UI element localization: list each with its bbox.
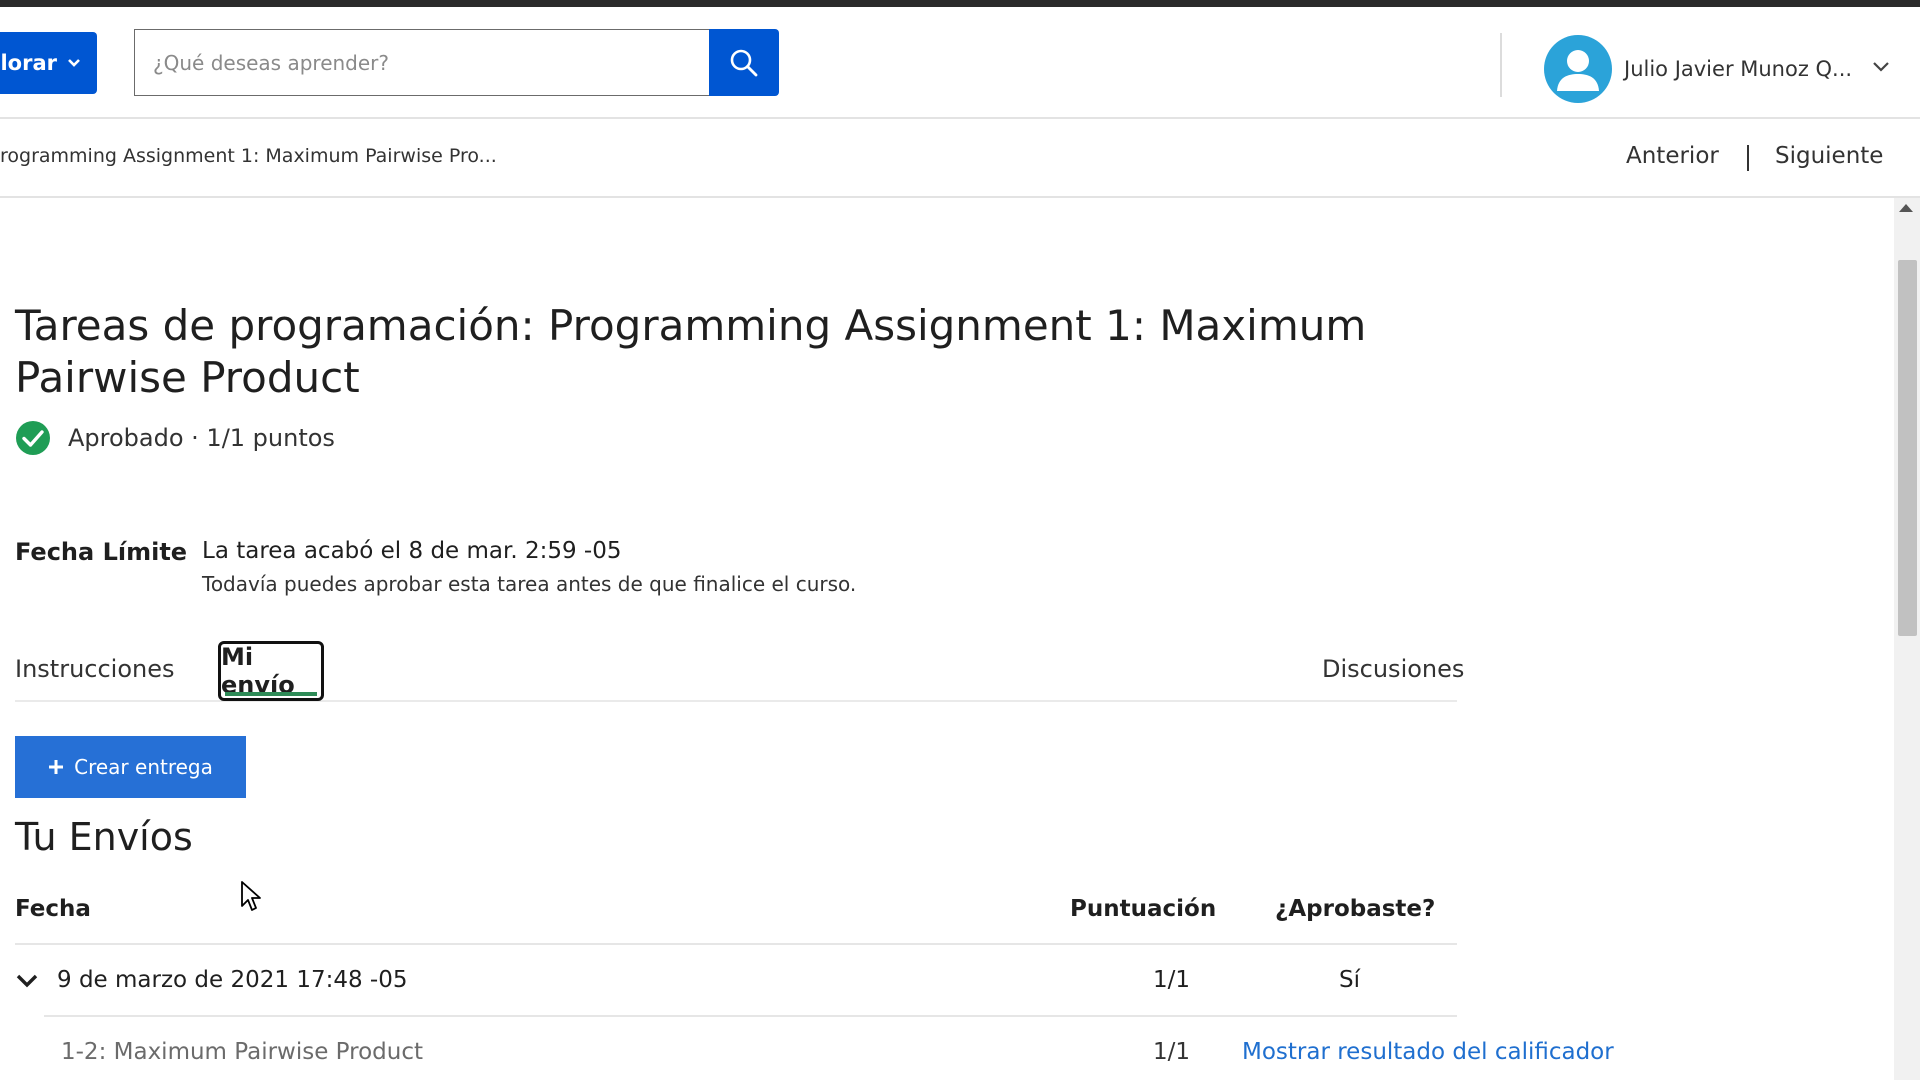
scroll-up-arrow-icon[interactable]: [1899, 204, 1913, 212]
tab-my-submission-label: Mi envío: [221, 643, 295, 699]
table-row-divider: [44, 1015, 1457, 1017]
submission-passed: Sí: [1339, 967, 1360, 993]
search-field[interactable]: [134, 29, 710, 96]
create-submission-button[interactable]: Crear entrega: [15, 736, 246, 798]
chevron-down-icon: [68, 59, 80, 67]
status-row: Aprobado · 1/1 puntos: [15, 420, 335, 456]
search-input[interactable]: [135, 30, 710, 95]
previous-link[interactable]: Anterior: [1626, 143, 1719, 169]
column-header-date: Fecha: [15, 896, 91, 922]
user-menu-chevron-icon[interactable]: [1872, 61, 1890, 73]
part-name: 1-2: Maximum Pairwise Product: [61, 1039, 424, 1065]
mouse-cursor-icon: [241, 881, 261, 911]
item-navigation-bar: rogramming Assignment 1: Maximum Pairwis…: [0, 119, 1920, 198]
search-icon: [730, 49, 758, 76]
search-button[interactable]: [709, 29, 779, 96]
active-tab-indicator: [225, 692, 317, 696]
nav-separator: [1747, 145, 1749, 171]
submission-date: 9 de marzo de 2021 17:48 -05: [57, 967, 408, 993]
user-icon: [1557, 50, 1599, 91]
table-header-divider: [15, 943, 1457, 945]
check-circle-icon: [16, 421, 50, 455]
next-link[interactable]: Siguiente: [1775, 143, 1883, 169]
grade-status: Aprobado · 1/1 puntos: [68, 424, 335, 452]
column-header-passed: ¿Aprobaste?: [1275, 896, 1436, 922]
explore-label: lorar: [0, 51, 57, 75]
breadcrumb: rogramming Assignment 1: Maximum Pairwis…: [0, 145, 497, 167]
avatar[interactable]: [1544, 35, 1612, 103]
page-title: Tareas de programación: Programming Assi…: [15, 301, 1367, 402]
expand-row-chevron-icon[interactable]: [16, 973, 38, 989]
header-divider: [1500, 33, 1502, 97]
column-header-score: Puntuación: [1070, 896, 1217, 922]
tab-my-submission[interactable]: Mi envío: [218, 641, 324, 701]
show-grader-output-link[interactable]: Mostrar resultado del calificador: [1242, 1039, 1614, 1065]
tab-discussions[interactable]: Discusiones: [1322, 655, 1464, 683]
explore-button[interactable]: lorar: [0, 32, 97, 94]
plus-icon: [49, 760, 64, 774]
due-date-text: La tarea acabó el 8 de mar. 2:59 -05: [202, 538, 622, 564]
scrollbar-thumb[interactable]: [1898, 260, 1917, 636]
submissions-title: Tu Envíos: [15, 815, 193, 859]
submission-score: 1/1: [1153, 967, 1191, 993]
due-date-label: Fecha Límite: [15, 538, 188, 566]
due-date-note: Todavía puedes aprobar esta tarea antes …: [202, 572, 857, 596]
header: lorar Julio Javier Munoz Q...: [0, 7, 1920, 119]
window-top-strip: [0, 0, 1920, 7]
user-name[interactable]: Julio Javier Munoz Q...: [1624, 57, 1852, 81]
part-score: 1/1: [1153, 1039, 1191, 1065]
create-submission-label: Crear entrega: [74, 755, 213, 779]
tab-instructions[interactable]: Instrucciones: [15, 655, 175, 683]
